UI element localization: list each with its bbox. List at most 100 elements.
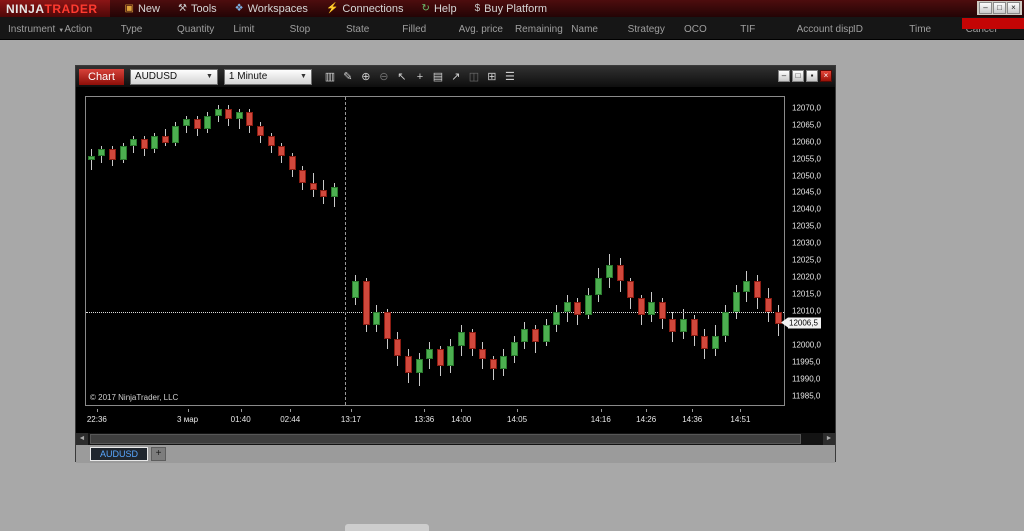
candle-body [257,125,264,136]
menu-item-tools[interactable]: ⚒ Tools [169,0,226,17]
candle-body [320,190,328,197]
instrument-filter-arrow[interactable]: ▼ [58,28,64,34]
plot-area[interactable]: © 2017 NinjaTrader, LLC [85,96,785,406]
draw-tools-icon[interactable]: ✎ [340,69,356,85]
grid-col-state: State [345,24,370,35]
time-axis[interactable]: 22:36 3 мар 01:40 02:44 13:17 13:36 14:00 14:05… [85,409,785,429]
candle-body [479,349,487,360]
grid-col-tif: TIF [740,24,756,35]
grid-col-time: Time [909,24,932,35]
candle-body [383,311,391,339]
grid-col-stop: Stop [289,24,311,35]
chart-pin-button[interactable]: ▪ [806,70,818,82]
time-axis-tick [240,409,242,412]
crosshair-icon[interactable]: + [412,69,428,85]
zoom-out-icon[interactable]: ⊖ [376,69,392,85]
candle-body [711,335,719,350]
window-close-button[interactable]: × [1007,2,1020,14]
candle-body [574,301,582,316]
price-axis-label: 12040,0 [792,204,821,214]
candle-body [204,115,212,130]
chart-restore-button[interactable]: □ [792,70,804,82]
price-axis-label: 12025,0 [792,255,821,265]
candle-body [130,139,138,147]
candle-body [457,332,465,346]
add-tab-button[interactable]: + [151,447,167,461]
grid-col-avg-price: Avg. price [458,24,503,35]
last-price-arrow-icon [781,317,788,328]
grid-col-id: ID [852,24,863,35]
cursor-icon[interactable]: ↖ [394,69,410,85]
new-window-icon: ▣ [124,2,134,14]
candle-body [531,328,539,343]
menu-item-label: Connections [342,2,404,15]
copyright-text: © 2017 NinjaTrader, LLC [90,393,179,402]
price-axis[interactable]: 12070,0 12065,0 12060,0 12055,0 12050,0 12045… [781,96,835,406]
candle-body [415,359,423,373]
candle-body [510,342,518,356]
workspaces-icon: ❖ [234,2,244,14]
candle-body [331,186,339,197]
candle-body [500,355,508,370]
taskbar-fragment [345,524,429,531]
chart-close-button[interactable]: × [820,70,832,82]
last-price-tag: 12006,5 [781,317,821,329]
menu-item-help[interactable]: ↻ Help [413,0,466,17]
tab-audusd[interactable]: AUDUSD [90,447,149,461]
menu-item-workspaces[interactable]: ❖ Workspaces [226,0,317,17]
candle-body [373,311,381,326]
connections-icon: ⚡ [325,2,339,14]
candle-body [161,135,169,143]
session-break-line [345,97,347,405]
time-axis-label: 02:44 [280,415,301,424]
top-menu-bar: NINJA TRADER ▣ New ⚒ Tools ❖ Workspaces ⚡ Connec… [0,0,1024,17]
candle-body [98,149,106,157]
log-icon[interactable]: ☰ [502,69,518,85]
candle-body [299,169,307,184]
grid-col-instrument: Instrument ▼ [8,24,65,35]
window-minimize-button[interactable]: – [979,2,992,14]
time-axis-label: 14:36 [682,415,703,424]
chart-trader-icon[interactable]: ↗ [448,69,464,85]
chart-style-icon[interactable]: ▥ [322,69,338,85]
scrollbar-thumb[interactable] [90,434,801,444]
window-restore-button[interactable]: □ [993,2,1006,14]
candle-body [584,295,592,316]
menu-item-connections[interactable]: ⚡ Connections [317,0,413,17]
tools-icon: ⚒ [177,2,187,14]
chart-scrollbar[interactable]: ◄ ► [76,433,835,445]
zoom-in-icon[interactable]: ⊕ [358,69,374,85]
ninjatrader-logo: NINJA TRADER [0,0,110,17]
candle-body [405,355,413,373]
chart-client-area: © 2017 NinjaTrader, LLC 12070,0 12065,0 12… [76,87,835,433]
menu-item-new[interactable]: ▣ New [116,0,169,17]
chart-minimize-button[interactable]: – [778,70,790,82]
drawing-panel-icon[interactable]: ◫ [466,69,482,85]
data-box-icon[interactable]: ▤ [430,69,446,85]
price-axis-label: 12000,0 [792,340,821,350]
menu-item-label: Help [433,2,457,15]
price-axis-label: 12055,0 [792,154,821,164]
time-axis-tick [187,409,189,412]
price-axis-label: 12030,0 [792,238,821,248]
properties-icon[interactable]: ⊞ [484,69,500,85]
candle-body [680,318,688,333]
menu-item-buy-platform[interactable]: $ Buy Platform [466,0,557,17]
candle-body [637,298,645,316]
time-axis-tick [600,409,602,412]
time-axis-label: 22:36 [86,415,107,424]
grid-col-name: Name [571,24,598,35]
instrument-select[interactable]: AUDUSD ▼ [129,68,218,85]
interval-select[interactable]: 1 Minute ▼ [223,68,312,85]
time-axis-tick [740,409,742,412]
chart-toolbar: ▥ ✎ ⊕ ⊖ ↖ + ▤ ↗ ◫ ⊞ ☰ [322,69,518,85]
time-axis-tick [646,409,648,412]
candle-body [701,335,709,350]
chart-window-tab[interactable]: Chart [79,68,124,85]
price-axis-label: 12020,0 [792,272,821,282]
scroll-left-arrow[interactable]: ◄ [76,433,88,445]
scroll-right-arrow[interactable]: ► [823,433,835,445]
candle-body [267,135,275,147]
candle-body [722,311,730,336]
candle-body [743,281,751,292]
